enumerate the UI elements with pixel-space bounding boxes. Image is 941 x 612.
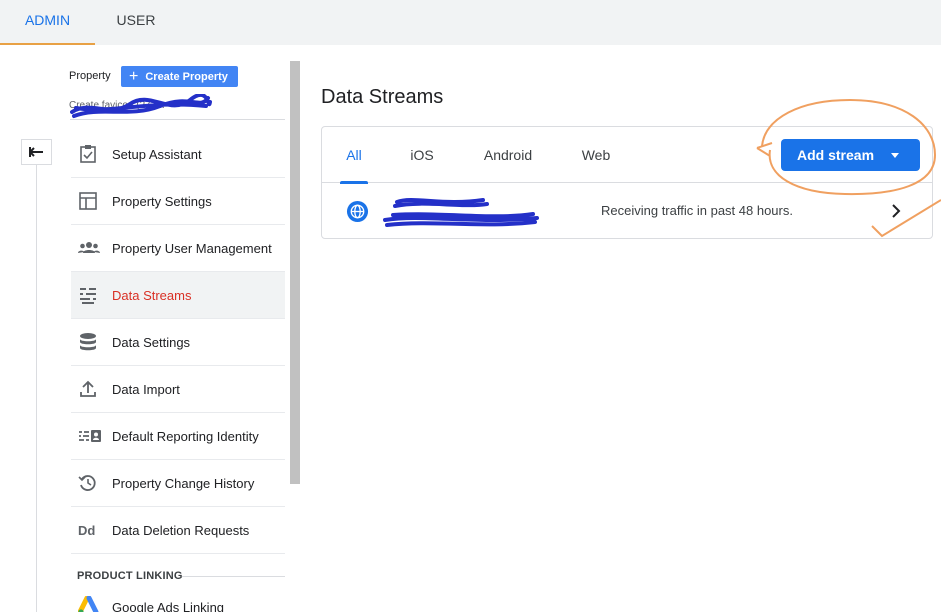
nav-item-label: Property Change History	[112, 475, 255, 491]
nav-item-label: Data Deletion Requests	[112, 522, 250, 538]
history-icon	[78, 475, 96, 491]
collapse-button[interactable]	[21, 139, 52, 165]
add-stream-button[interactable]: Add stream	[781, 139, 920, 171]
nav-item-setup-assistant[interactable]: Setup Assistant	[71, 131, 285, 178]
chevron-right-icon	[892, 204, 901, 218]
nav-item-google-ads-linking[interactable]: Google Ads Linking	[71, 592, 285, 612]
dropdown-caret-icon	[891, 152, 900, 158]
redaction-scribble	[70, 94, 212, 118]
identity-icon	[79, 430, 101, 442]
people-icon	[78, 242, 100, 253]
database-icon	[80, 333, 96, 351]
tab-web-label: Web	[581, 147, 611, 163]
tab-all[interactable]: All	[340, 127, 368, 184]
tab-web[interactable]: Web	[579, 127, 613, 183]
tab-admin-label: ADMIN	[24, 12, 71, 28]
web-globe-icon	[346, 200, 369, 223]
google-ads-icon	[77, 595, 99, 612]
nav-item-label: Setup Assistant	[112, 146, 202, 162]
nav-item-data-settings[interactable]: Data Settings	[71, 319, 285, 366]
product-linking-heading: PRODUCT LINKING	[77, 570, 183, 582]
create-property-button[interactable]: + Create Property	[121, 66, 238, 87]
plus-icon: +	[129, 67, 139, 85]
add-stream-label: Add stream	[797, 147, 875, 163]
nav-item-label: Default Reporting Identity	[112, 428, 259, 444]
nav-item-label: Property Settings	[112, 193, 212, 209]
dd-icon: Dd	[78, 522, 96, 538]
tab-user[interactable]: USER	[95, 0, 177, 45]
tab-ios-label: iOS	[410, 147, 434, 163]
redaction-scribble	[383, 198, 539, 227]
nav-item-property-user-management[interactable]: Property User Management	[71, 225, 285, 272]
nav-item-default-reporting-identity[interactable]: Default Reporting Identity	[71, 413, 285, 460]
page-title: Data Streams	[321, 86, 444, 108]
tab-android[interactable]: Android	[478, 127, 538, 183]
sidebar-scrollbar[interactable]	[290, 61, 300, 484]
nav-item-label: Data Import	[112, 381, 180, 397]
stream-filter-tabs: All iOS Android Web Add stream	[322, 127, 932, 184]
checklist-icon	[80, 145, 96, 163]
nav-item-data-streams[interactable]: Data Streams	[71, 272, 285, 319]
nav-item-label: Data Streams	[112, 287, 192, 303]
divider	[182, 576, 285, 577]
rail-line	[36, 165, 37, 612]
nav-item-property-settings[interactable]: Property Settings	[71, 178, 285, 225]
nav-item-property-change-history[interactable]: Property Change History	[71, 460, 285, 507]
admin-nav: Setup Assistant Property Settings Proper…	[71, 131, 285, 554]
tab-admin-indicator	[0, 43, 95, 45]
create-property-label: Create Property	[145, 70, 228, 83]
arrow-back-icon	[28, 147, 43, 157]
tab-admin[interactable]: ADMIN	[0, 0, 95, 45]
nav-item-label: Property User Management	[112, 240, 272, 256]
top-tab-bar: ADMIN USER	[0, 0, 941, 45]
nav-item-label: Data Settings	[112, 334, 191, 350]
tab-android-label: Android	[483, 147, 533, 163]
nav-item-data-import[interactable]: Data Import	[71, 366, 285, 413]
upload-icon	[80, 380, 96, 397]
stream-status-text: Receiving traffic in past 48 hours.	[601, 203, 793, 218]
property-label: Property	[69, 70, 111, 82]
divider	[70, 119, 285, 120]
nav-item-label: Google Ads Linking	[112, 599, 225, 612]
nav-item-data-deletion-requests[interactable]: Dd Data Deletion Requests	[71, 507, 285, 554]
layout-icon	[79, 192, 97, 210]
tab-user-label: USER	[116, 12, 156, 28]
tab-ios[interactable]: iOS	[406, 127, 438, 183]
streams-icon	[80, 288, 96, 304]
tab-all-label: All	[346, 147, 362, 163]
